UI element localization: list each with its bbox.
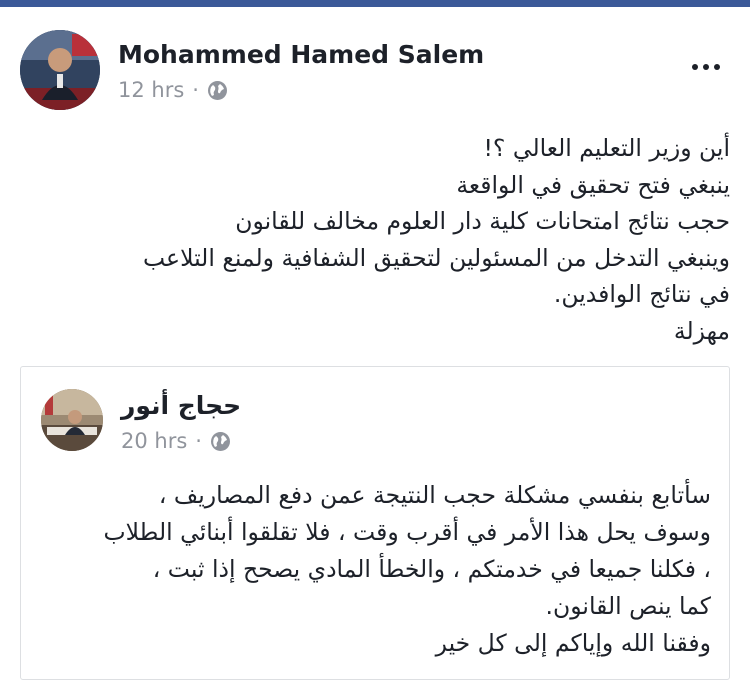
- top-nav-bar-edge: [0, 0, 750, 7]
- post-line: مهزلة: [673, 316, 730, 345]
- post-meta: 12 hrs ·: [118, 78, 228, 102]
- shared-author-name[interactable]: حجاج أنور: [121, 391, 241, 420]
- post-timestamp[interactable]: 12 hrs: [118, 78, 184, 102]
- post-line: في نتائج الوافدين.: [553, 280, 730, 308]
- shared-post-line: ، فكلنا جميعا في خدمتكم ، والخطأ المادي …: [152, 555, 711, 583]
- shared-post-line: كما ينص القانون.: [545, 592, 711, 620]
- author-avatar[interactable]: [20, 30, 100, 110]
- shared-post-meta: 20 hrs ·: [121, 429, 231, 453]
- author-name[interactable]: Mohammed Hamed Salem: [118, 40, 484, 69]
- ellipsis-icon[interactable]: [688, 55, 724, 79]
- shared-post[interactable]: حجاج أنور 20 hrs · سأتابع بنفسي مشكلة حج…: [20, 366, 730, 680]
- meta-separator: ·: [195, 429, 202, 453]
- shared-post-body: سأتابع بنفسي مشكلة حجب النتيجة عمن دفع ا…: [31, 477, 711, 662]
- globe-icon[interactable]: [207, 80, 228, 101]
- post-body: أين وزير التعليم العالي ؟! ينبغي فتح تحق…: [20, 130, 730, 349]
- shared-post-timestamp[interactable]: 20 hrs: [121, 429, 187, 453]
- meta-separator: ·: [192, 78, 199, 102]
- shared-author-avatar[interactable]: [41, 389, 103, 451]
- post-line: وينبغي التدخل من المسئولين لتحقيق الشفاف…: [142, 243, 730, 272]
- shared-post-line: وسوف يحل هذا الأمر في أقرب وقت ، فلا تقل…: [103, 518, 711, 546]
- globe-icon[interactable]: [210, 431, 231, 452]
- shared-post-line: وفقنا الله وإياكم إلى كل خير: [435, 629, 711, 657]
- shared-post-line: سأتابع بنفسي مشكلة حجب النتيجة عمن دفع ا…: [158, 481, 711, 509]
- post-line: حجب نتائج امتحانات كلية دار العلوم مخالف…: [235, 207, 730, 235]
- post-line: ينبغي فتح تحقيق في الواقعة: [456, 170, 730, 199]
- post-line: أين وزير التعليم العالي ؟!: [483, 134, 731, 162]
